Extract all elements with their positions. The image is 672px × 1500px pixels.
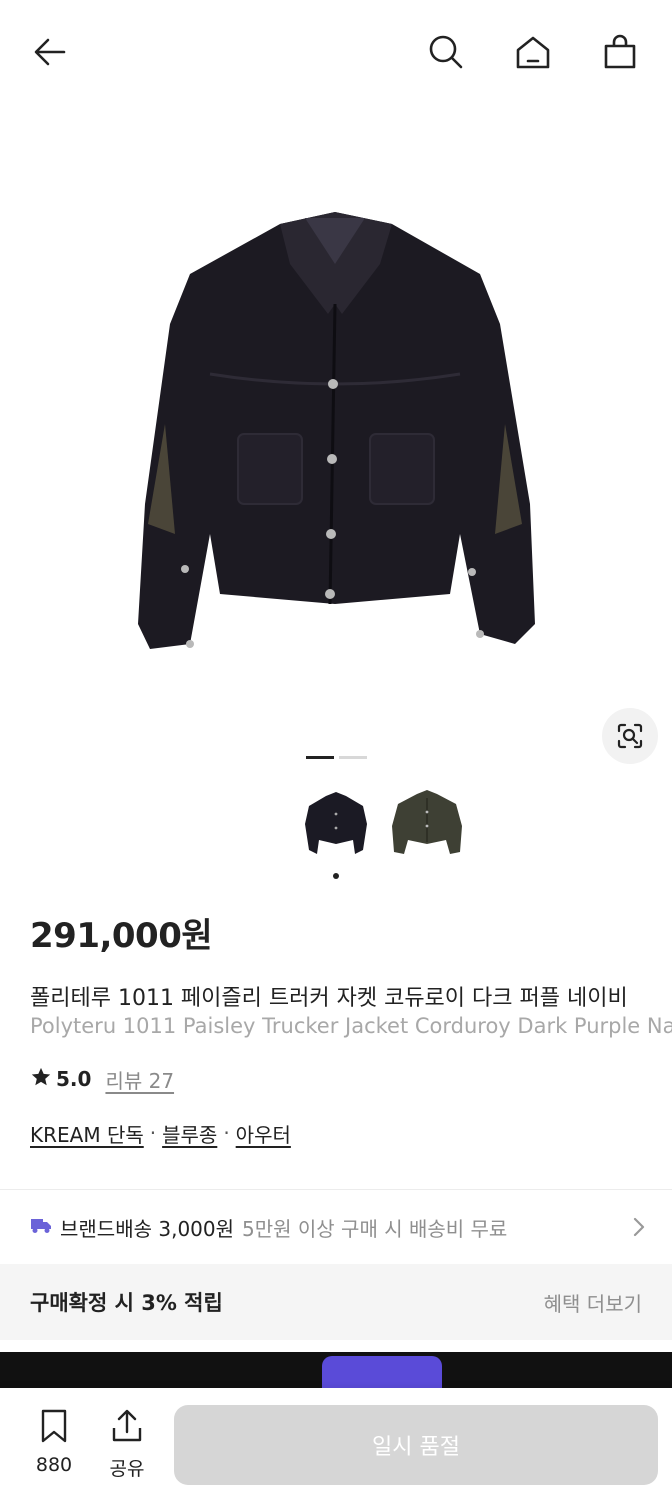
- rating-row: 5.0 리뷰 27: [30, 1064, 174, 1094]
- carousel-indicator-active: [306, 756, 334, 759]
- benefit-more-link[interactable]: 혜택 더보기: [544, 1288, 642, 1317]
- thumbnail-selected-dot: [333, 873, 339, 879]
- share-icon: [109, 1408, 145, 1448]
- benefit-title: 구매확정 시 3% 적립: [30, 1291, 223, 1315]
- category-link-exclusive[interactable]: KREAM 단독: [30, 1119, 144, 1148]
- top-bar: [0, 0, 672, 104]
- thumbnail-dark-purple[interactable]: [293, 784, 379, 864]
- chevron-right-icon: [632, 1216, 646, 1242]
- thumbnail-olive[interactable]: [384, 784, 470, 864]
- product-title-ko: 폴리테루 1011 페이즐리 트러커 자켓 코듀로이 다크 퍼플 네이비: [30, 986, 628, 1011]
- share-label: 공유: [109, 1458, 145, 1480]
- benefit-row: 구매확정 시 3% 적립 혜택 더보기: [0, 1264, 672, 1340]
- wishlist-count: 880: [35, 1454, 73, 1476]
- shipping-sub-text: 5만원 이상 구매 시 배송비 무료: [242, 1216, 508, 1241]
- image-search-lens-icon[interactable]: [602, 708, 658, 764]
- carousel-indicator: [339, 756, 367, 759]
- star-icon: [30, 1066, 52, 1092]
- product-image: [138, 212, 535, 649]
- product-image-area[interactable]: [0, 104, 672, 784]
- search-icon[interactable]: [422, 28, 470, 76]
- category-link-outer[interactable]: 아우터: [236, 1119, 291, 1148]
- truck-icon: [30, 1216, 52, 1238]
- bottom-action-bar: 880 공유 일시 품절: [0, 1388, 672, 1500]
- banner-graphic: [322, 1356, 442, 1392]
- rating-value: 5.0: [56, 1067, 92, 1091]
- promo-banner[interactable]: [0, 1352, 672, 1392]
- home-icon[interactable]: [509, 28, 557, 76]
- shipping-info-row[interactable]: 브랜드배송 3,000원 5만원 이상 구매 시 배송비 무료: [0, 1190, 672, 1264]
- product-title-en: Polyteru 1011 Paisley Trucker Jacket Cor…: [30, 1014, 672, 1038]
- share-button[interactable]: 공유: [97, 1408, 157, 1481]
- back-arrow-icon[interactable]: [26, 28, 74, 76]
- bookmark-icon: [38, 1408, 70, 1448]
- category-links: KREAM 단독 · 블루종 · 아우터: [30, 1118, 291, 1148]
- category-separator: ·: [149, 1121, 157, 1145]
- shipping-main-text: 브랜드배송 3,000원: [60, 1216, 235, 1241]
- category-separator: ·: [223, 1121, 230, 1145]
- category-link-blouson[interactable]: 블루종: [162, 1119, 217, 1148]
- wishlist-button[interactable]: 880: [24, 1408, 84, 1476]
- product-price: 291,000원: [30, 916, 213, 956]
- review-link[interactable]: 리뷰 27: [105, 1065, 174, 1094]
- shopping-bag-icon[interactable]: [596, 28, 644, 76]
- soldout-button[interactable]: 일시 품절: [174, 1405, 658, 1485]
